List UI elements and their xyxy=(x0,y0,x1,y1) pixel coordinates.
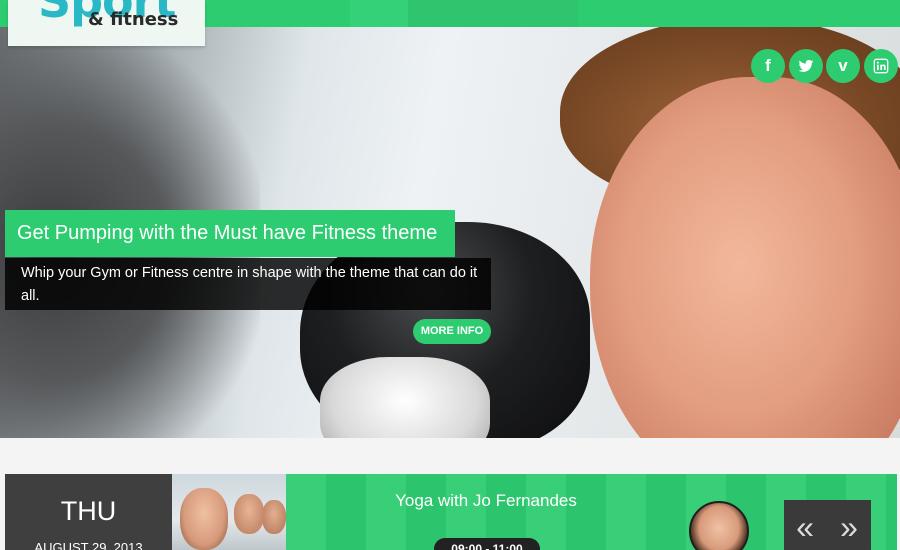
linkedin-glyph xyxy=(873,58,889,74)
chevron-left-icon[interactable]: « xyxy=(790,511,820,544)
event-time: 09:00 - 11:00 xyxy=(434,538,540,550)
photo-person xyxy=(234,494,264,534)
nav-item[interactable] xyxy=(408,0,578,27)
vimeo-icon[interactable]: v xyxy=(826,49,860,83)
photo-person xyxy=(262,500,286,534)
event-day: THU xyxy=(60,496,117,526)
facebook-icon[interactable]: f xyxy=(751,49,785,83)
event-title[interactable]: Yoga with Jo Fernandes xyxy=(286,491,686,511)
more-info-button[interactable]: MORE INFO xyxy=(413,319,491,344)
hero-photo-glove-cuff xyxy=(320,357,490,438)
hero-caption-title: Get Pumping with the Must have Fitness t… xyxy=(5,210,455,257)
hero-caption-text: Whip your Gym or Fitness centre in shape… xyxy=(5,258,491,310)
class-photo xyxy=(172,474,286,550)
site-logo[interactable]: Sport & fitness xyxy=(8,0,205,46)
twitter-bird-glyph xyxy=(798,60,814,72)
event-date: AUGUST 29, 2013 xyxy=(34,540,143,550)
chevron-right-icon[interactable]: » xyxy=(834,511,864,544)
linkedin-icon[interactable] xyxy=(864,49,898,83)
event-date-box: THU AUGUST 29, 2013 xyxy=(5,474,172,550)
photo-person xyxy=(180,488,228,550)
twitter-icon[interactable] xyxy=(789,49,823,83)
event-nav: « » xyxy=(784,500,871,550)
logo-sub-text: & fitness xyxy=(88,9,179,30)
nav-item[interactable] xyxy=(350,0,408,27)
